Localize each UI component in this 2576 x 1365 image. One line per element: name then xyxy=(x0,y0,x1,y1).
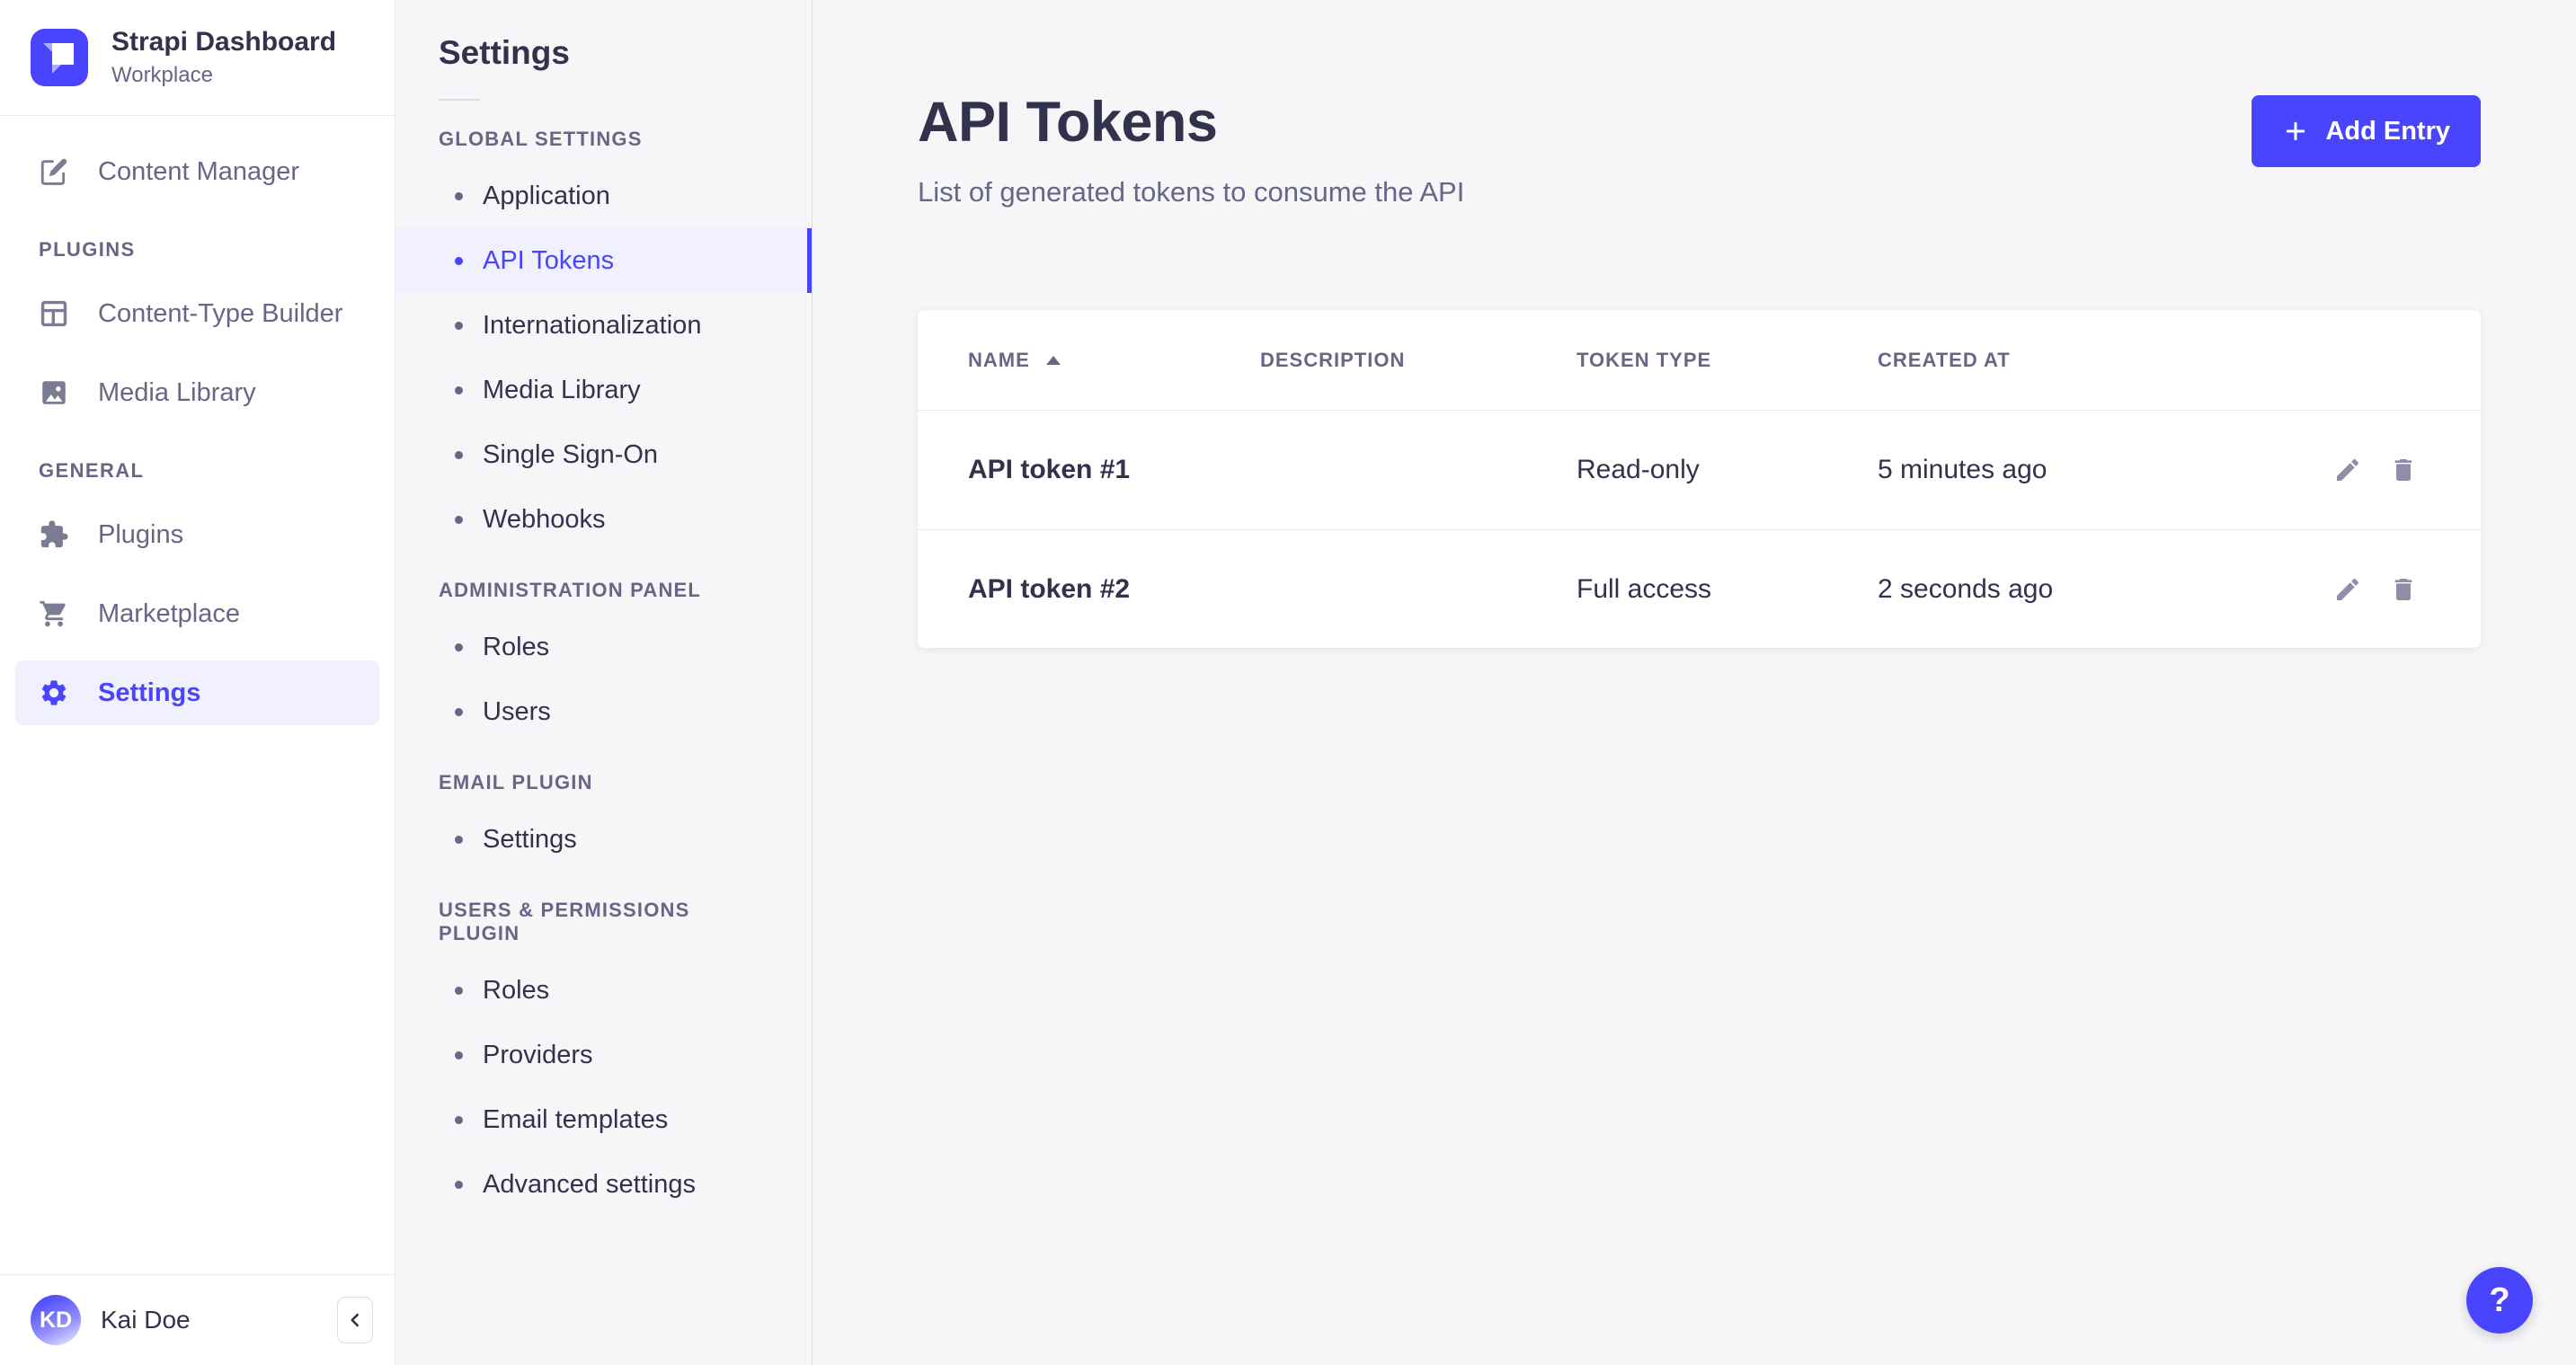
token-name: API token #2 xyxy=(968,574,1260,605)
settings-nav-item-single-sign-on[interactable]: Single Sign-On xyxy=(395,422,812,487)
subnav-section-email-plugin: EMAIL PLUGIN xyxy=(395,771,812,794)
sidebar-item-label: Content Manager xyxy=(98,157,299,187)
sidebar-item-label: Plugins xyxy=(98,520,183,550)
workspace-title: Strapi Dashboard xyxy=(111,27,336,58)
layout-grid-icon xyxy=(39,298,69,329)
sidebar-item-label: Marketplace xyxy=(98,599,240,629)
page-title: API Tokens xyxy=(918,90,1464,155)
edit-token-button[interactable] xyxy=(2333,456,2362,484)
bullet-icon xyxy=(455,708,463,716)
token-created-at: 5 minutes ago xyxy=(1878,455,2287,485)
sidebar-section-general: GENERAL xyxy=(39,459,356,483)
workplace-brand: Strapi Dashboard Workplace xyxy=(0,0,395,115)
page-subtitle: List of generated tokens to consume the … xyxy=(918,176,1464,208)
bullet-icon xyxy=(455,322,463,330)
avatar: KD xyxy=(31,1295,81,1345)
delete-token-button[interactable] xyxy=(2389,575,2418,604)
settings-subnav: Settings GLOBAL SETTINGS Application API… xyxy=(395,0,813,1365)
bullet-icon xyxy=(455,451,463,459)
bullet-icon xyxy=(455,643,463,651)
column-header-token-type: TOKEN TYPE xyxy=(1577,349,1878,372)
sidebar-item-media-library[interactable]: Media Library xyxy=(15,360,379,425)
main-sidebar: Strapi Dashboard Workplace Content Manag… xyxy=(0,0,395,1365)
column-header-description: DESCRIPTION xyxy=(1260,349,1577,372)
collapse-sidebar-button[interactable] xyxy=(337,1297,373,1343)
shopping-cart-icon xyxy=(39,598,69,629)
page-header: API Tokens List of generated tokens to c… xyxy=(918,90,2481,208)
settings-nav-item-admin-users[interactable]: Users xyxy=(395,679,812,744)
sidebar-item-label: Content-Type Builder xyxy=(98,299,342,329)
bullet-icon xyxy=(455,1181,463,1189)
sidebar-item-label: Media Library xyxy=(98,378,256,408)
sidebar-section-plugins: PLUGINS xyxy=(39,238,356,261)
plus-icon xyxy=(2282,118,2309,145)
table-header-row: NAME DESCRIPTION TOKEN TYPE CREATED AT xyxy=(918,310,2481,411)
edit-token-button[interactable] xyxy=(2333,575,2362,604)
sidebar-item-plugins[interactable]: Plugins xyxy=(15,502,379,567)
column-header-name[interactable]: NAME xyxy=(968,349,1260,372)
pencil-icon xyxy=(2333,575,2362,604)
sort-ascending-icon xyxy=(1046,356,1061,365)
token-created-at: 2 seconds ago xyxy=(1878,574,2287,605)
gear-icon xyxy=(39,678,69,708)
token-type: Full access xyxy=(1577,574,1878,605)
bullet-icon xyxy=(455,257,463,265)
subnav-section-administration-panel: ADMINISTRATION PANEL xyxy=(395,579,812,602)
sidebar-item-settings[interactable]: Settings xyxy=(15,660,379,725)
settings-nav-item-api-tokens[interactable]: API Tokens xyxy=(395,228,812,293)
add-entry-button[interactable]: Add Entry xyxy=(2252,95,2481,167)
bullet-icon xyxy=(455,386,463,394)
settings-nav-item-internationalization[interactable]: Internationalization xyxy=(395,293,812,358)
subnav-divider xyxy=(439,99,480,101)
user-menu[interactable]: KD Kai Doe xyxy=(31,1295,337,1345)
bullet-icon xyxy=(455,836,463,844)
sidebar-footer: KD Kai Doe xyxy=(0,1274,395,1365)
strapi-dashboard-app: Strapi Dashboard Workplace Content Manag… xyxy=(0,0,2576,1365)
subnav-section-global-settings: GLOBAL SETTINGS xyxy=(395,128,812,151)
workspace-subtitle: Workplace xyxy=(111,63,336,88)
user-name: Kai Doe xyxy=(101,1306,191,1334)
settings-nav-item-application[interactable]: Application xyxy=(395,164,812,228)
settings-nav-item-admin-roles[interactable]: Roles xyxy=(395,615,812,679)
table-row[interactable]: API token #2 Full access 2 seconds ago xyxy=(918,529,2481,648)
settings-nav-item-email-settings[interactable]: Settings xyxy=(395,807,812,872)
token-type: Read-only xyxy=(1577,455,1878,485)
delete-token-button[interactable] xyxy=(2389,456,2418,484)
settings-nav-item-media-library[interactable]: Media Library xyxy=(395,358,812,422)
token-name: API token #1 xyxy=(968,455,1260,485)
trash-icon xyxy=(2389,456,2418,484)
settings-nav-item-advanced-settings[interactable]: Advanced settings xyxy=(395,1152,812,1217)
main-content: API Tokens List of generated tokens to c… xyxy=(813,0,2576,1365)
help-button[interactable]: ? xyxy=(2466,1267,2533,1334)
sidebar-item-label: Settings xyxy=(98,678,200,708)
strapi-logo-icon xyxy=(31,29,88,86)
settings-nav-item-providers[interactable]: Providers xyxy=(395,1023,812,1087)
chevron-left-icon xyxy=(343,1308,367,1332)
image-icon xyxy=(39,377,69,408)
bullet-icon xyxy=(455,516,463,524)
subnav-section-users-permissions: USERS & PERMISSIONS PLUGIN xyxy=(395,899,812,945)
settings-nav-item-email-templates[interactable]: Email templates xyxy=(395,1087,812,1152)
subnav-title: Settings xyxy=(395,34,812,72)
column-header-created-at: CREATED AT xyxy=(1878,349,2287,372)
table-row[interactable]: API token #1 Read-only 5 minutes ago xyxy=(918,411,2481,529)
sidebar-item-content-type-builder[interactable]: Content-Type Builder xyxy=(15,281,379,346)
sidebar-item-marketplace[interactable]: Marketplace xyxy=(15,581,379,646)
bullet-icon xyxy=(455,987,463,995)
sidebar-item-content-manager[interactable]: Content Manager xyxy=(15,139,379,204)
feather-edit-icon xyxy=(39,156,69,187)
bullet-icon xyxy=(455,192,463,200)
puzzle-icon xyxy=(39,519,69,550)
settings-nav-item-webhooks[interactable]: Webhooks xyxy=(395,487,812,552)
pencil-icon xyxy=(2333,456,2362,484)
settings-nav-item-up-roles[interactable]: Roles xyxy=(395,958,812,1023)
bullet-icon xyxy=(455,1051,463,1059)
api-tokens-table: NAME DESCRIPTION TOKEN TYPE CREATED AT A… xyxy=(918,310,2481,648)
bullet-icon xyxy=(455,1116,463,1124)
trash-icon xyxy=(2389,575,2418,604)
